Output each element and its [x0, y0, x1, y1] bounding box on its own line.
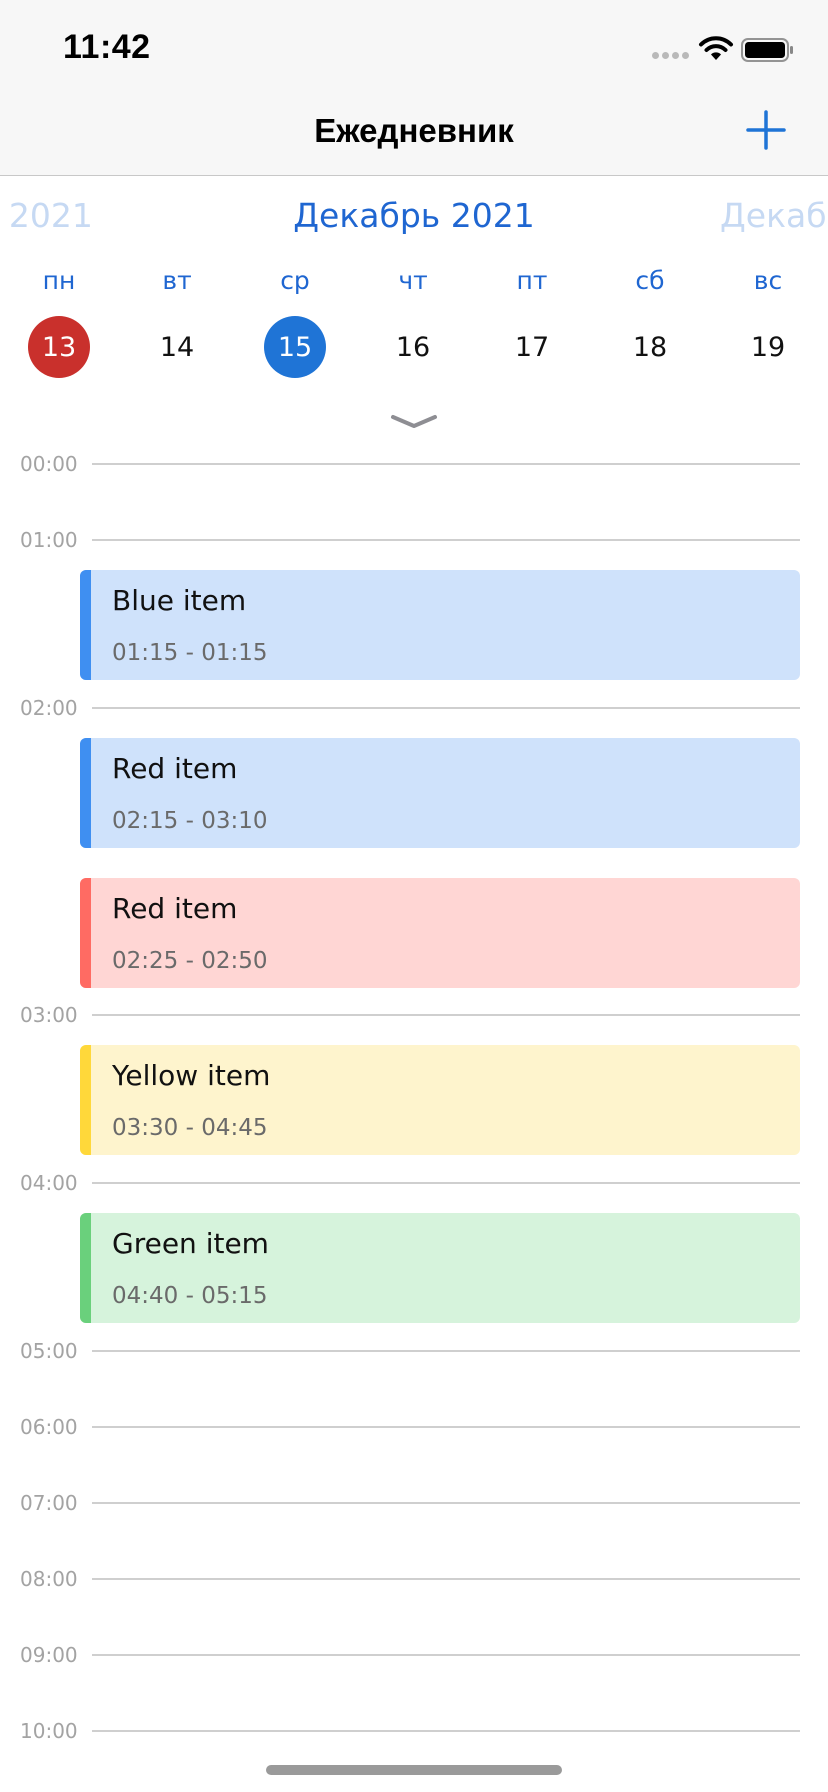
day-13-today[interactable]: 13	[28, 316, 90, 378]
status-time: 11:42	[63, 28, 151, 66]
event-card[interactable]: Red item 02:15 - 03:10	[80, 738, 800, 848]
event-title: Blue item	[112, 584, 247, 617]
hour-label-01: 01:00	[20, 528, 78, 552]
event-color-bar	[80, 1213, 91, 1323]
hour-divider	[92, 1578, 800, 1580]
hour-divider	[92, 463, 800, 465]
event-title: Green item	[112, 1227, 269, 1260]
weekday-sun: вс	[753, 266, 783, 295]
event-color-bar	[80, 570, 91, 680]
event-card[interactable]: Yellow item 03:30 - 04:45	[80, 1045, 800, 1155]
add-event-button[interactable]	[744, 108, 788, 152]
event-color-bar	[80, 738, 91, 848]
battery-icon	[741, 38, 793, 62]
event-color-bar	[80, 878, 91, 988]
day-18[interactable]: 18	[619, 316, 681, 378]
hour-divider	[92, 1502, 800, 1504]
hour-divider	[92, 1654, 800, 1656]
month-next-label[interactable]: Декабр	[720, 196, 828, 235]
hour-divider	[92, 1426, 800, 1428]
day-19[interactable]: 19	[737, 316, 799, 378]
hour-label-10: 10:00	[20, 1719, 78, 1743]
day-14[interactable]: 14	[146, 316, 208, 378]
hour-divider	[92, 539, 800, 541]
weekday-thu: чт	[398, 266, 428, 295]
home-indicator[interactable]	[266, 1765, 562, 1775]
hour-label-08: 08:00	[20, 1567, 78, 1591]
hour-label-05: 05:00	[20, 1339, 78, 1363]
weekday-sat: сб	[635, 266, 665, 295]
event-time: 02:25 - 02:50	[112, 948, 268, 974]
plus-icon	[746, 110, 786, 150]
event-title: Red item	[112, 752, 238, 785]
event-time: 02:15 - 03:10	[112, 808, 268, 834]
event-card[interactable]: Red item 02:25 - 02:50	[80, 878, 800, 988]
month-carousel[interactable]: рь 2021 Декабрь 2021 Декабр	[0, 196, 828, 246]
day-17[interactable]: 17	[501, 316, 563, 378]
hour-label-09: 09:00	[20, 1643, 78, 1667]
hour-label-07: 07:00	[20, 1491, 78, 1515]
event-time: 01:15 - 01:15	[112, 640, 268, 666]
weekday-fri: пт	[516, 266, 548, 295]
page-title: Ежедневник	[314, 112, 514, 149]
hour-label-06: 06:00	[20, 1415, 78, 1439]
chevron-down-icon[interactable]	[390, 412, 438, 432]
hour-divider	[92, 707, 800, 709]
event-card[interactable]: Blue item 01:15 - 01:15	[80, 570, 800, 680]
event-color-bar	[80, 1045, 91, 1155]
event-time: 04:40 - 05:15	[112, 1283, 268, 1309]
cellular-signal-icon	[652, 52, 690, 60]
hour-divider	[92, 1350, 800, 1352]
weekday-wed: ср	[280, 266, 310, 295]
hour-label-02: 02:00	[20, 696, 78, 720]
event-time: 03:30 - 04:45	[112, 1115, 268, 1141]
weekday-tue: вт	[162, 266, 192, 295]
day-16[interactable]: 16	[382, 316, 444, 378]
event-card[interactable]: Green item 04:40 - 05:15	[80, 1213, 800, 1323]
day-15-selected[interactable]: 15	[264, 316, 326, 378]
hour-divider	[92, 1014, 800, 1016]
event-title: Red item	[112, 892, 238, 925]
hour-divider	[92, 1182, 800, 1184]
hour-label-04: 04:00	[20, 1171, 78, 1195]
hour-label-03: 03:00	[20, 1003, 78, 1027]
wifi-icon	[699, 36, 733, 60]
hour-divider	[92, 1730, 800, 1732]
event-title: Yellow item	[112, 1059, 271, 1092]
weekday-mon: пн	[42, 266, 76, 295]
month-current-label: Декабрь 2021	[293, 196, 535, 235]
hour-label-00: 00:00	[20, 452, 78, 476]
